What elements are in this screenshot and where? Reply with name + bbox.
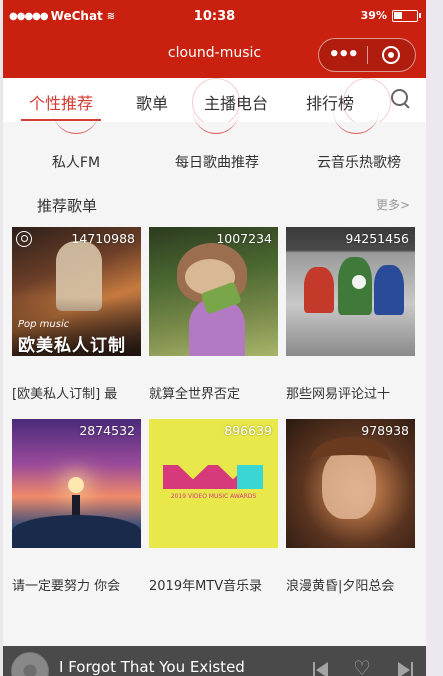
playlist-title: 2019年MTV音乐录 (149, 579, 263, 594)
album-thumbnail[interactable] (11, 652, 49, 676)
playlist-card[interactable]: 978938 浪漫黄昏|夕阳总会 (286, 419, 415, 594)
cover-tag: Pop music (18, 319, 70, 330)
playlist-cover: 94251456 (286, 227, 415, 356)
playlist-card[interactable]: 14710988 Pop music 欧美私人订制 [欧美私人订制] 最 (12, 227, 141, 402)
playlist-title: 浪漫黄昏|夕阳总会 (286, 579, 395, 594)
battery-percent: 39% (360, 9, 387, 22)
cover-caption: 2019 VIDEO MUSIC AWARDS (170, 493, 257, 500)
play-count: 2874532 (79, 423, 135, 438)
fm-icon-arc (53, 104, 99, 134)
phone-screen: ●●●●● WeChat ≋ 10:38 39% clound-music ••… (3, 0, 426, 676)
heart-icon[interactable]: ♡ (353, 656, 375, 676)
playlist-title: 请一定要努力 你会 (12, 579, 121, 594)
battery-info: 39% (360, 9, 421, 22)
play-count: 978938 (361, 423, 409, 438)
playlist-card[interactable]: 1007234 就算全世界否定 (149, 227, 278, 402)
mini-program-capsule: ••• (318, 38, 416, 72)
play-count: 14710988 (71, 231, 135, 246)
playlist-title: 那些网易评论过十 (286, 387, 391, 402)
play-count: 1007234 (216, 231, 272, 246)
playlist-card[interactable]: 2019 VIDEO MUSIC AWARDS 896639 2019年MTV音… (149, 419, 278, 594)
playlist-badge-icon (16, 231, 32, 247)
quick-entry-hot-chart[interactable]: 云音乐热歌榜 (289, 152, 426, 172)
quick-entry-fm[interactable]: 私人FM (6, 152, 146, 172)
section-title: 推荐歌单 (37, 197, 98, 215)
recommend-content: 私人FM 每日歌曲推荐 云音乐热歌榜 推荐歌单 更多> 14710988 Pop… (3, 122, 426, 646)
search-icon[interactable] (388, 86, 414, 112)
quick-entry-daily[interactable]: 每日歌曲推荐 (147, 152, 287, 172)
battery-icon (392, 9, 421, 22)
daily-icon-arc (193, 104, 239, 134)
target-icon (382, 46, 401, 64)
play-count: 94251456 (345, 231, 409, 246)
playlist-title: 就算全世界否定 (149, 387, 241, 402)
playlist-title: [欧美私人订制] 最 (12, 387, 118, 402)
navigation-bar: clound-music ••• (3, 34, 426, 78)
playlist-cover: 978938 (286, 419, 415, 548)
playlist-cover: 2019 VIDEO MUSIC AWARDS 896639 (149, 419, 278, 548)
next-track-icon[interactable] (395, 660, 417, 676)
more-menu-button[interactable]: ••• (319, 39, 367, 71)
tab-playlists[interactable]: 歌单 (136, 90, 168, 114)
more-dots-icon: ••• (328, 44, 358, 65)
playlist-cover: 1007234 (149, 227, 278, 356)
previous-track-icon[interactable] (309, 660, 331, 676)
playlist-card[interactable]: 2874532 请一定要努力 你会 (12, 419, 141, 594)
mini-player[interactable]: I Forgot That You Existed ♡ (3, 646, 426, 676)
playlist-cover: 14710988 Pop music 欧美私人订制 (12, 227, 141, 356)
play-count: 896639 (224, 423, 272, 438)
rank-icon-arc (333, 104, 379, 134)
more-link[interactable]: 更多> (376, 196, 410, 213)
playlist-card[interactable]: 94251456 那些网易评论过十 (286, 227, 415, 402)
outer-background (426, 0, 443, 676)
now-playing-title: I Forgot That You Existed (59, 658, 245, 676)
close-mini-program-button[interactable] (368, 39, 416, 71)
cover-caption: 欧美私人订制 (18, 336, 126, 356)
status-bar: ●●●●● WeChat ≋ 10:38 39% (3, 0, 426, 34)
playlist-cover: 2874532 (12, 419, 141, 548)
